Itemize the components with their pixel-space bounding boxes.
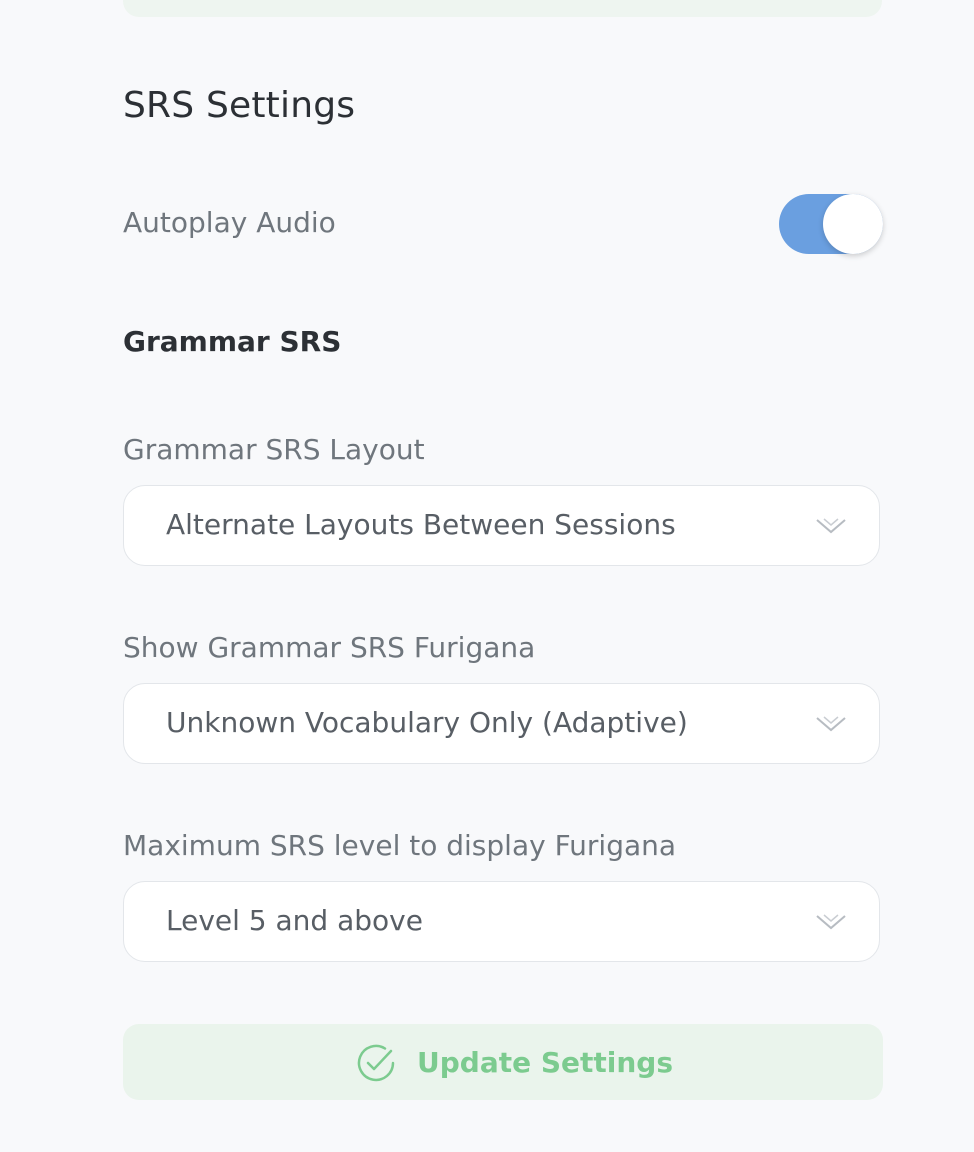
update-settings-content: Update Settings: [355, 1042, 673, 1084]
chevron-down-icon: [816, 518, 846, 534]
grammar-srs-layout-label: Grammar SRS Layout: [123, 433, 425, 466]
check-circle-icon: [357, 1044, 395, 1082]
chevron-down-icon: [816, 716, 846, 732]
section-title: SRS Settings: [123, 85, 356, 126]
max-srs-level-value: Level 5 and above: [166, 904, 423, 937]
toggle-knob: [823, 194, 883, 254]
chevron-down-icon: [816, 914, 846, 930]
grammar-srs-furigana-label: Show Grammar SRS Furigana: [123, 631, 536, 664]
autoplay-audio-row: Autoplay Audio: [123, 194, 883, 254]
autoplay-audio-label: Autoplay Audio: [123, 206, 336, 239]
max-srs-level-label: Maximum SRS level to display Furigana: [123, 829, 677, 862]
grammar-srs-furigana-select[interactable]: Unknown Vocabulary Only (Adaptive): [123, 683, 880, 764]
grammar-srs-furigana-value: Unknown Vocabulary Only (Adaptive): [166, 706, 688, 739]
autoplay-audio-toggle[interactable]: [779, 194, 883, 254]
max-srs-level-select[interactable]: Level 5 and above: [123, 881, 880, 962]
update-settings-label: Update Settings: [417, 1046, 674, 1079]
grammar-srs-layout-select[interactable]: Alternate Layouts Between Sessions: [123, 485, 880, 566]
update-settings-button[interactable]: Update Settings: [123, 1024, 883, 1100]
grammar-srs-layout-value: Alternate Layouts Between Sessions: [166, 508, 676, 541]
grammar-srs-heading: Grammar SRS: [123, 325, 342, 358]
previous-section-button-edge: [123, 0, 882, 17]
